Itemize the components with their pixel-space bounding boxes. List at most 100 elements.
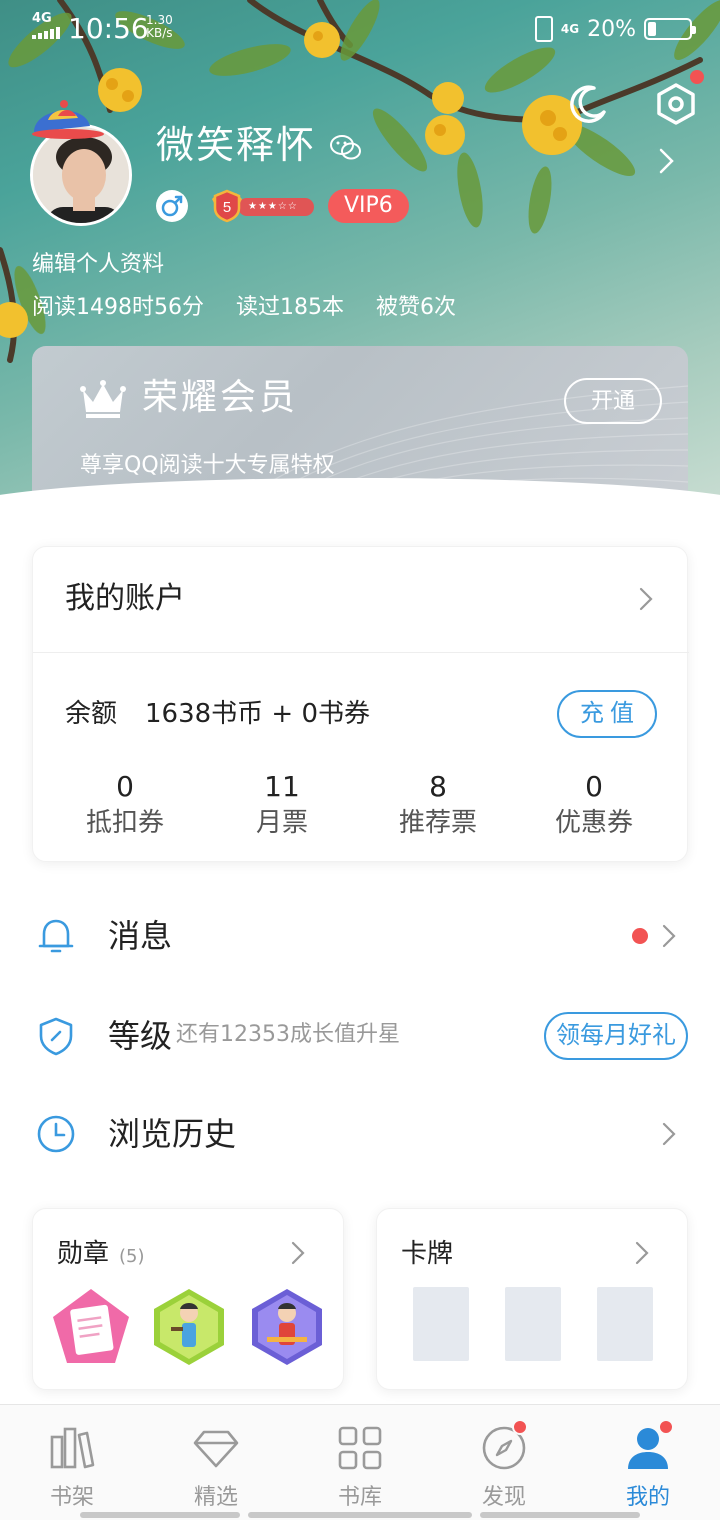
coupon-label: 抵扣券: [85, 808, 164, 838]
tab-library-label: 书库: [337, 1485, 382, 1510]
tab-featured[interactable]: 精选: [166, 1423, 266, 1519]
shield-icon: [39, 1017, 73, 1056]
reading-stats: 阅读1498时56分 读过185本 被赞6次: [32, 293, 456, 323]
chevron-right-icon: [662, 1122, 676, 1146]
profile-header-background: 4G 10:56 1.30 KB/s 4G 20% 微笑释怀 ★★★☆☆ 5 V…: [0, 0, 720, 510]
messages-row[interactable]: 消息: [0, 888, 720, 984]
cards-title: 卡牌: [401, 1239, 454, 1269]
card-slot: [413, 1287, 469, 1361]
settings-badge-dot: [690, 70, 704, 84]
medal-scholar-icon: [154, 1289, 224, 1365]
tab-bookshelf-label: 书架: [49, 1485, 94, 1510]
tab-me-label: 我的: [625, 1485, 670, 1510]
level-label: 等级: [108, 1017, 173, 1055]
recommend-ticket-count: 8: [429, 770, 447, 803]
male-gender-icon: [156, 190, 188, 222]
discount-coupon-count: 0: [585, 770, 603, 803]
net-speed-unit: KB/s: [146, 26, 173, 40]
battery-percent: 20%: [587, 16, 636, 42]
discover-badge-dot: [512, 1419, 528, 1435]
grid-icon: [338, 1426, 382, 1470]
level-stars: ★★★☆☆: [238, 198, 314, 216]
recommend-ticket-stat[interactable]: 8 推荐票: [368, 771, 508, 841]
likes-count: 被赞6次: [375, 295, 456, 320]
net-speed: 1.30 KB/s: [146, 14, 173, 40]
reading-time: 阅读1498时56分: [32, 295, 204, 320]
level-badge[interactable]: ★★★☆☆ 5: [202, 189, 314, 223]
cards-card[interactable]: 卡牌: [376, 1208, 688, 1390]
monthly-ticket-count: 11: [264, 770, 300, 803]
discount-coupon-stat[interactable]: 0 优惠券: [524, 771, 664, 841]
me-badge-dot: [658, 1419, 674, 1435]
books-read: 读过185本: [235, 295, 344, 320]
balance-value: 1638书币 + 0书券: [145, 699, 371, 729]
messages-badge-dot: [632, 928, 648, 944]
avatar-portrait: [33, 127, 129, 223]
bell-icon: [38, 919, 74, 953]
bottom-tab-bar: 书架 精选 书库 发现 我的: [0, 1404, 720, 1520]
profile-page: 4G 10:56 1.30 KB/s 4G 20% 微笑释怀 ★★★☆☆ 5 V…: [0, 0, 720, 1520]
card-slot: [505, 1287, 561, 1361]
chevron-right-icon[interactable]: [654, 146, 678, 176]
level-row[interactable]: 等级 还有12353成长值升星 领每月好礼: [0, 986, 720, 1082]
coupon-stat[interactable]: 0 抵扣券: [55, 771, 195, 841]
history-row[interactable]: 浏览历史: [0, 1086, 720, 1182]
level-progress-text: 还有12353成长值升星: [176, 1022, 400, 1047]
clock: 10:56: [68, 12, 149, 45]
status-right: 4G 20%: [534, 14, 696, 44]
clock-icon: [37, 1115, 75, 1153]
chevron-right-icon: [639, 587, 653, 611]
edit-profile-link[interactable]: 编辑个人资料: [32, 250, 164, 280]
bookshelf-icon: [50, 1427, 95, 1469]
my-account-title: 我的账户: [65, 581, 185, 616]
medals-card[interactable]: 勋章 (5): [32, 1208, 344, 1390]
recommend-ticket-label: 推荐票: [398, 808, 477, 838]
chevron-right-icon: [635, 1241, 649, 1265]
hexagon-settings-icon[interactable]: [654, 82, 698, 126]
monthly-ticket-label: 月票: [255, 808, 308, 838]
signal-icon: [32, 27, 62, 39]
profile-badges: ★★★☆☆ 5 VIP6: [156, 188, 409, 224]
wechat-icon: [330, 135, 361, 160]
tab-featured-label: 精选: [193, 1485, 238, 1510]
tab-discover[interactable]: 发现: [454, 1419, 554, 1519]
membership-title: 荣耀会员: [142, 377, 299, 418]
card-slot: [597, 1287, 653, 1361]
tab-bookshelf[interactable]: 书架: [22, 1423, 122, 1519]
chevron-right-icon: [291, 1241, 305, 1265]
medals-count: (5): [119, 1246, 145, 1267]
avatar-button[interactable]: [28, 96, 138, 230]
level-shield-icon: 5: [212, 189, 242, 223]
medals-title-text: 勋章: [57, 1239, 110, 1269]
medal-poet-icon: [252, 1289, 322, 1365]
nav-indicator: [80, 1512, 240, 1518]
tab-discover-label: 发现: [481, 1485, 526, 1510]
username[interactable]: 微笑释怀: [156, 122, 316, 168]
diamond-icon: [193, 1430, 239, 1468]
vibrate-icon: [534, 16, 553, 42]
battery-icon: [644, 18, 696, 40]
open-membership-button[interactable]: 开通: [564, 378, 662, 424]
messages-label: 消息: [108, 917, 173, 955]
history-label: 浏览历史: [108, 1115, 237, 1153]
level-number: 5: [223, 199, 231, 216]
my-account-header[interactable]: 我的账户: [33, 547, 689, 653]
chevron-right-icon: [662, 924, 676, 948]
monthly-gift-button[interactable]: 领每月好礼: [544, 1012, 688, 1060]
balance-label: 余额: [65, 699, 118, 729]
network-type: 4G: [32, 11, 52, 26]
coupon-count: 0: [116, 770, 134, 803]
recharge-button[interactable]: 充值: [557, 690, 657, 738]
my-account-card: 我的账户 余额 1638书币 + 0书券 充值 0 抵扣券 11 月票 8 推荐…: [32, 546, 689, 862]
tab-library[interactable]: 书库: [310, 1423, 410, 1519]
monthly-ticket-stat[interactable]: 11 月票: [212, 771, 352, 841]
network-type-2: 4G: [560, 22, 580, 36]
medal-reading-icon: [53, 1289, 129, 1363]
nav-indicator: [480, 1512, 640, 1518]
discount-coupon-label: 优惠券: [554, 808, 633, 838]
battery-fill: [648, 22, 656, 36]
tab-me[interactable]: 我的: [598, 1419, 698, 1519]
membership-subtitle: 尊享QQ阅读十大专属特权: [80, 453, 335, 478]
vip-badge[interactable]: VIP6: [328, 189, 409, 223]
moon-icon[interactable]: [566, 82, 610, 126]
